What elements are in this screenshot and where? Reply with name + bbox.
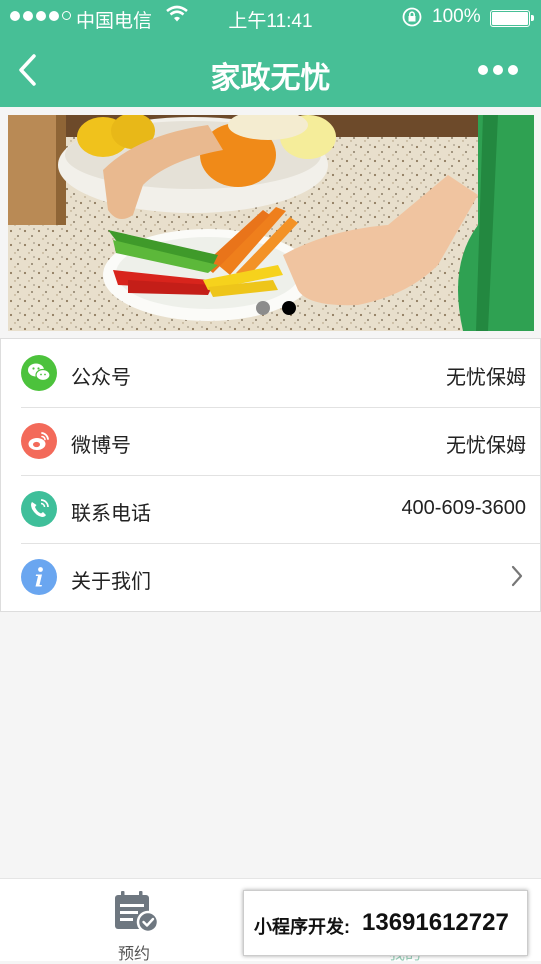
list-item-label: 关于我们 — [71, 571, 151, 593]
list-item-label: 联系电话 — [71, 503, 151, 525]
nav-bar: 家政无忧 — [0, 36, 541, 107]
info-list: 公众号 无忧保姆 微博号 无忧保姆 联系电话 400-609-3600 关于我们 — [0, 338, 541, 612]
battery-percent: 100% — [432, 6, 481, 27]
pager-dot[interactable] — [256, 301, 270, 315]
page-title: 家政无忧 — [210, 62, 331, 95]
list-item-value: 400-609-3600 — [401, 497, 526, 519]
tab-label: 预约 — [117, 946, 150, 963]
more-dot-icon — [508, 65, 518, 75]
list-item-about[interactable]: 关于我们 — [1, 543, 540, 611]
list-item-phone[interactable]: 联系电话 400-609-3600 — [1, 475, 540, 543]
list-item-label: 微博号 — [71, 435, 131, 457]
wechat-icon — [21, 355, 57, 391]
phone-icon — [21, 491, 57, 527]
rotation-lock-icon — [401, 6, 423, 34]
carousel-pager — [256, 301, 296, 315]
promo-overlay: 小程序开发: 13691612727 — [243, 890, 528, 956]
weibo-icon — [21, 423, 57, 459]
tab-appointment[interactable]: 预约 — [86, 879, 182, 963]
header: 中国电信 上午11:41 100% 家政无忧 — [0, 0, 541, 107]
info-icon — [21, 559, 57, 595]
list-item-value: 无忧保姆 — [446, 367, 526, 389]
banner-carousel[interactable] — [8, 115, 534, 331]
list-item-label: 公众号 — [71, 367, 131, 389]
promo-phone-number: 13691612727 — [362, 909, 509, 936]
promo-label: 小程序开发: — [254, 917, 350, 937]
battery-icon — [490, 10, 530, 27]
status-bar: 中国电信 上午11:41 100% — [0, 0, 541, 36]
pager-dot-active[interactable] — [282, 301, 296, 315]
chevron-right-icon — [510, 565, 524, 592]
list-item-value: 无忧保姆 — [446, 435, 526, 457]
more-dot-icon — [478, 65, 488, 75]
list-item-wechat[interactable]: 公众号 无忧保姆 — [1, 339, 540, 407]
more-button[interactable] — [478, 65, 518, 75]
list-item-weibo[interactable]: 微博号 无忧保姆 — [1, 407, 540, 475]
calendar-check-icon — [115, 891, 159, 934]
banner-image — [8, 115, 534, 331]
more-dot-icon — [493, 65, 503, 75]
battery-tip — [531, 15, 534, 21]
